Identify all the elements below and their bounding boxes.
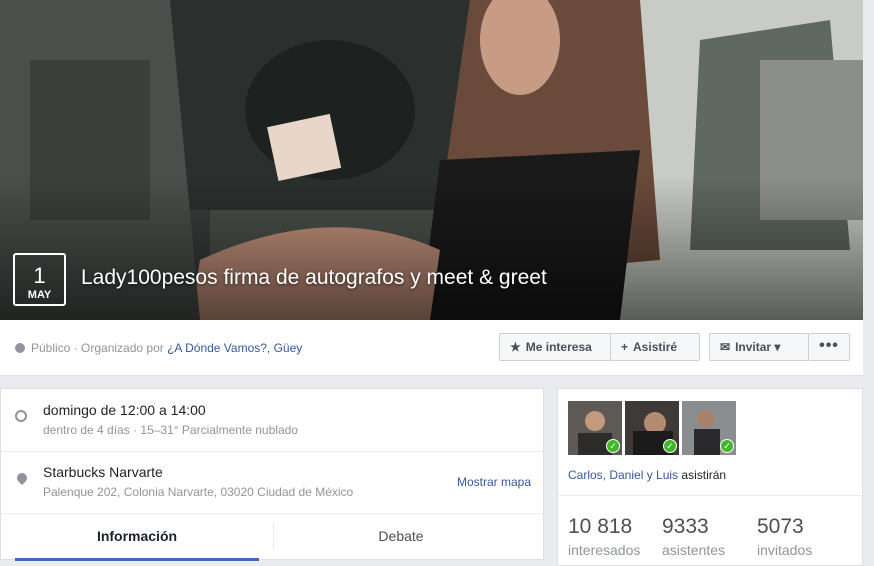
stat-interested[interactable]: 10 818 interesados bbox=[568, 515, 640, 558]
more-options-button[interactable]: ••• bbox=[808, 333, 850, 361]
going-button[interactable]: + Asistiré bbox=[610, 333, 700, 361]
friends-verb: asistirán bbox=[681, 468, 727, 482]
organized-by-label: · Organizado por bbox=[73, 341, 164, 355]
star-icon: ★ bbox=[510, 340, 521, 354]
stat-number: 9333 bbox=[662, 515, 709, 538]
envelope-icon: ✉ bbox=[720, 340, 731, 354]
globe-icon bbox=[15, 343, 25, 353]
cover-photo: 1 MAY Lady100pesos firma de autografos y… bbox=[0, 0, 863, 320]
tab-information[interactable]: Información bbox=[15, 513, 259, 561]
event-time: domingo de 12:00 a 14:00 bbox=[43, 402, 206, 418]
stat-going[interactable]: 9333 asistentes bbox=[662, 515, 725, 558]
event-privacy: Público · Organizado por ¿A Dónde Vamos?… bbox=[15, 341, 302, 355]
stat-label: asistentes bbox=[662, 542, 726, 558]
interested-label: Me interesa bbox=[525, 340, 592, 354]
location-pin-icon bbox=[14, 470, 30, 486]
event-time-weather: dentro de 4 días · 15–31° Parcialmente n… bbox=[43, 423, 298, 437]
stat-number: 10 818 bbox=[568, 515, 633, 538]
event-time-row: domingo de 12:00 a 14:00 dentro de 4 día… bbox=[1, 389, 543, 452]
stat-label: interesados bbox=[568, 542, 641, 558]
event-location-row[interactable]: Starbucks Narvarte Palenque 202, Colonia… bbox=[1, 451, 543, 514]
check-icon: ✓ bbox=[606, 439, 620, 453]
avatar[interactable]: ✓ bbox=[682, 401, 736, 455]
caret-down-icon: ▾ bbox=[774, 340, 781, 354]
plus-icon: + bbox=[621, 340, 629, 354]
invite-button[interactable]: ✉ Invitar ▾ bbox=[709, 333, 809, 361]
privacy-label: Público bbox=[31, 341, 71, 355]
check-icon: ✓ bbox=[663, 439, 677, 453]
check-icon: ✓ bbox=[720, 439, 734, 453]
location-address: Palenque 202, Colonia Narvarte, 03020 Ci… bbox=[43, 485, 354, 499]
event-title: Lady100pesos firma de autografos y meet … bbox=[81, 266, 547, 289]
friends-names[interactable]: Carlos, Daniel y Luis bbox=[568, 468, 678, 482]
event-month: MAY bbox=[27, 289, 52, 301]
stat-label: invitados bbox=[757, 542, 813, 558]
event-date-badge: 1 MAY bbox=[13, 253, 66, 306]
invite-label: Invitar bbox=[735, 340, 772, 354]
event-day: 1 bbox=[33, 263, 46, 288]
organizer-link[interactable]: ¿A Dónde Vamos?, Güey bbox=[167, 341, 302, 355]
stat-invited[interactable]: 5073 invitados bbox=[757, 515, 812, 558]
event-details-card: domingo de 12:00 a 14:00 dentro de 4 día… bbox=[0, 388, 544, 561]
attendees-card: ✓ ✓ ✓ Carlos, Daniel y Luis asistirán 10… bbox=[557, 388, 863, 566]
show-map-link[interactable]: Mostrar mapa bbox=[457, 475, 531, 489]
clock-icon bbox=[15, 410, 27, 422]
interested-button[interactable]: ★ Me interesa bbox=[499, 333, 611, 361]
going-label: Asistiré bbox=[633, 340, 678, 354]
friends-attending: Carlos, Daniel y Luis asistirán bbox=[568, 468, 726, 482]
divider bbox=[558, 495, 862, 496]
event-action-bar: Público · Organizado por ¿A Dónde Vamos?… bbox=[0, 320, 863, 376]
location-name[interactable]: Starbucks Narvarte bbox=[43, 464, 163, 480]
tab-discussion[interactable]: Debate bbox=[273, 513, 529, 559]
avatar[interactable]: ✓ bbox=[625, 401, 679, 455]
avatar[interactable]: ✓ bbox=[568, 401, 622, 455]
stat-number: 5073 bbox=[757, 515, 804, 538]
event-tabs: Información Debate bbox=[1, 513, 543, 561]
